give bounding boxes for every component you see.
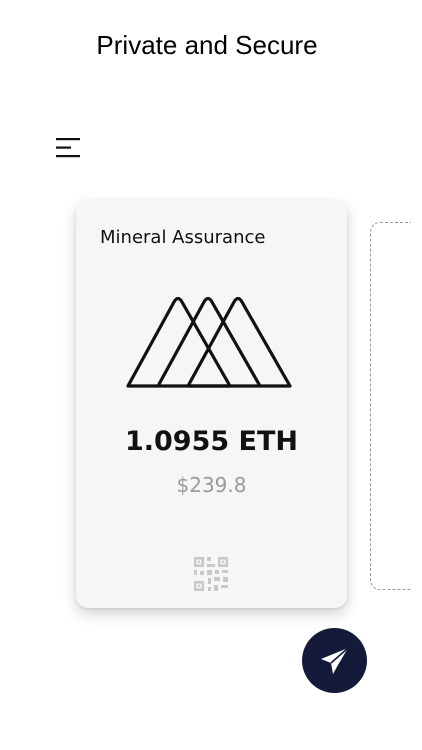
qr-code-icon[interactable]: [194, 557, 228, 591]
hamburger-menu-icon: [56, 138, 80, 158]
wallet-balance: 1.0955 ETH: [124, 426, 299, 457]
send-button[interactable]: [302, 628, 367, 693]
page-title: Private and Secure: [96, 30, 318, 60]
triple-peak-logo-icon: [126, 296, 292, 388]
wallet-fiat-value: $239.8: [176, 473, 247, 497]
paper-plane-icon: [320, 646, 349, 674]
wallet-name: Mineral Assurance: [100, 227, 266, 248]
next-wallet-card-placeholder[interactable]: [370, 222, 411, 590]
wallet-card[interactable]: Mineral Assurance 1.0955 ETH $239.8: [76, 200, 347, 608]
menu-button[interactable]: [56, 137, 82, 159]
